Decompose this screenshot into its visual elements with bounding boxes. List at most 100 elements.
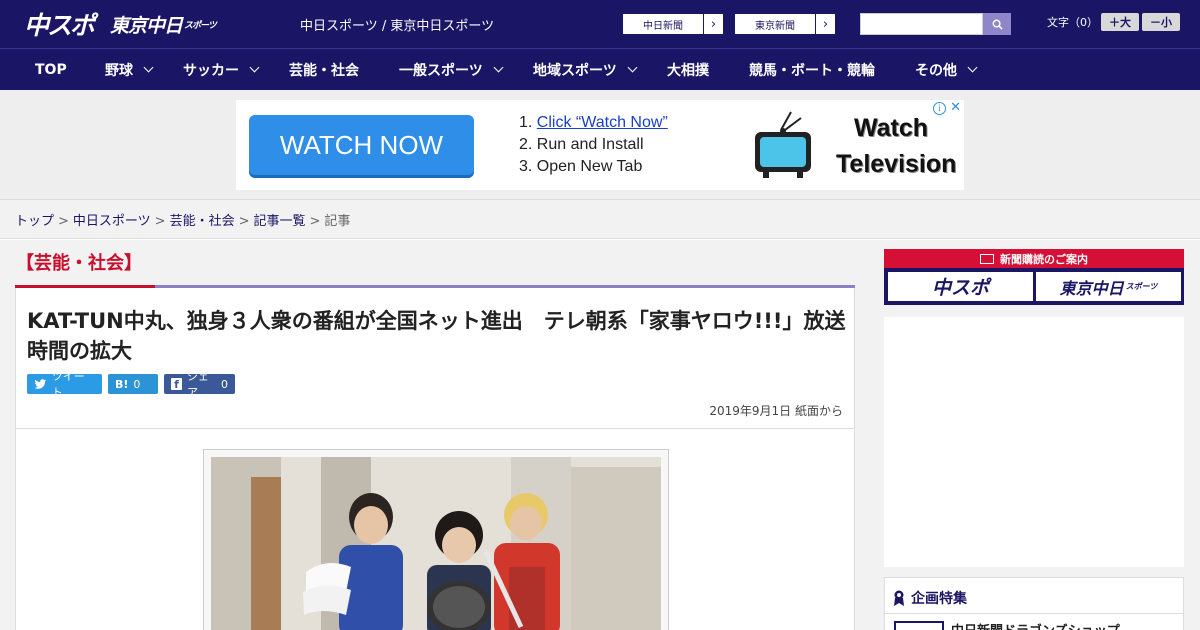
ad-step2: 2. Run and Install	[519, 136, 644, 153]
ad-steps: 1. Click “Watch Now” 2. Run and Install …	[519, 112, 668, 178]
feature-divider	[885, 613, 1183, 614]
ad-title-line2: Television	[836, 150, 957, 178]
article-divider	[16, 428, 854, 429]
tokyo-subscribe-small: スポーツ	[1125, 282, 1158, 291]
ad-info-icon[interactable]: i	[933, 102, 946, 115]
facebook-share-count: 0	[221, 377, 228, 391]
breadcrumb-separator: >	[154, 214, 166, 229]
facebook-share-label: シェア	[186, 370, 209, 399]
nav-label: 地域スポーツ	[533, 62, 617, 79]
search-icon	[992, 19, 1003, 30]
nav-label: TOP	[35, 61, 67, 78]
breadcrumb-separator: >	[58, 214, 69, 229]
ad-step-number: 1.	[519, 114, 537, 131]
nav-label: 芸能・社会	[289, 62, 359, 79]
breadcrumb-current: 記事	[324, 214, 351, 229]
nav-label: サッカー	[183, 62, 239, 79]
tokyo-shimbun-link[interactable]: 東京新聞 ›	[734, 13, 836, 35]
sidebar-ad-slot[interactable]	[884, 317, 1184, 567]
chevron-down-icon	[249, 62, 260, 72]
breadcrumb: トップ > 中日スポーツ > 芸能・社会 > 記事一覧 > 記事	[15, 210, 350, 229]
chevron-down-icon	[493, 62, 504, 72]
breadcrumb-separator: >	[238, 214, 250, 229]
breadcrumb-link[interactable]: 中日スポーツ	[73, 214, 151, 229]
tweet-label: ツイート	[51, 370, 85, 399]
feature-title-text: 企画特集	[911, 591, 967, 607]
feature-title: 企画特集	[893, 588, 967, 608]
nav-label: その他	[915, 62, 957, 79]
nav-item-racing[interactable]: 競馬・ボート・競輪	[749, 49, 875, 90]
nav-item-baseball[interactable]: 野球	[105, 49, 154, 90]
tokyo-logo-small: スポーツ	[184, 20, 217, 31]
tokyo-chunichi-logo[interactable]: 東京中日 スポーツ	[110, 8, 217, 40]
nav-item-soccer[interactable]: サッカー	[183, 49, 260, 90]
facebook-share-button[interactable]: f シェア 0	[164, 370, 235, 399]
nav-item-entertainment[interactable]: 芸能・社会	[289, 49, 359, 90]
article-photo[interactable]	[211, 457, 661, 630]
ribbon-icon	[894, 590, 904, 606]
ad-band: WATCH NOW 1. Click “Watch Now” 2. Run an…	[0, 90, 1200, 200]
nav-label: 野球	[105, 62, 133, 79]
ad-close-icon[interactable]: ✕	[950, 100, 961, 115]
category-heading: 【芸能・社会】	[16, 253, 142, 274]
ad-title-line1: Watch	[853, 114, 929, 142]
article-title: KAT-TUN中丸、独身３人衆の番組が全国ネット進出 テレ朝系「家事ヤロウ!!!…	[27, 309, 846, 363]
breadcrumb-link[interactable]: トップ	[15, 214, 54, 229]
font-smaller-button[interactable]: －小	[1142, 13, 1180, 31]
chevron-down-icon	[627, 62, 638, 72]
font-size-label: 文字（0）	[1047, 16, 1098, 29]
chevron-right-icon: ›	[815, 14, 835, 34]
breadcrumb-separator: >	[309, 214, 321, 229]
tweet-button[interactable]: ツイート	[27, 370, 102, 399]
tokyo-logo-text: 東京中日	[110, 14, 183, 37]
subscription-banner[interactable]: 新聞購読のご案内 中スポ 東京中日 スポーツ	[884, 249, 1184, 305]
paper-link-label: 東京新聞	[755, 20, 795, 32]
nav-item-top[interactable]: TOP	[35, 49, 67, 90]
site-header: 中スポ 東京中日 スポーツ 中日スポーツ / 東京中日スポーツ 中日新聞 › 東京…	[0, 0, 1200, 48]
breadcrumb-link[interactable]: 記事一覧	[254, 214, 306, 229]
nav-label: 競馬・ボート・競輪	[749, 62, 875, 79]
chevron-right-icon: ›	[703, 14, 723, 34]
facebook-icon: f	[171, 378, 182, 391]
chunichi-shimbun-link[interactable]: 中日新聞 ›	[622, 13, 724, 35]
nav-label: 大相撲	[667, 62, 709, 79]
hatena-count: 0	[133, 377, 141, 391]
tokyo-subscribe-text: 東京中日	[1059, 278, 1124, 298]
twitter-icon	[34, 378, 47, 389]
nav-label: 一般スポーツ	[399, 62, 483, 79]
chuspo-subscribe-logo[interactable]: 中スポ	[888, 272, 1033, 301]
nav-item-other[interactable]: その他	[915, 49, 978, 90]
ad-title: Watch Television	[836, 110, 957, 182]
article-photo-frame	[203, 449, 669, 630]
feature-item-dragons-shop[interactable]: 中日新聞ドラゴンズショップ	[951, 620, 1120, 630]
article-card: KAT-TUN中丸、独身３人衆の番組が全国ネット進出 テレ朝系「家事ヤロウ!!!…	[15, 288, 855, 630]
newspaper-icon	[980, 253, 994, 264]
subscription-label: 新聞購読のご案内	[1000, 252, 1088, 266]
site-name: 中日スポーツ / 東京中日スポーツ	[300, 19, 495, 34]
paper-link-label: 中日新聞	[643, 20, 683, 32]
chuspo-logo[interactable]: 中スポ	[24, 8, 95, 40]
feature-box: 企画特集 中日新聞ドラゴンズショップ	[884, 577, 1184, 630]
ad-step3: 3. Open New Tab	[519, 158, 643, 175]
ad-step1-link[interactable]: Click “Watch Now”	[537, 114, 668, 131]
nav-item-local-sports[interactable]: 地域スポーツ	[533, 49, 638, 90]
subscription-header: 新聞購読のご案内	[884, 249, 1184, 268]
feature-thumbnail[interactable]	[894, 621, 944, 630]
search-input[interactable]	[860, 13, 983, 35]
font-larger-button[interactable]: ＋大	[1101, 13, 1139, 31]
breadcrumb-link[interactable]: 芸能・社会	[170, 214, 235, 229]
nav-item-sumo[interactable]: 大相撲	[667, 49, 709, 90]
chevron-down-icon	[143, 62, 154, 72]
article-date: 2019年9月1日 紙面から	[709, 404, 843, 418]
tokyo-subscribe-logo[interactable]: 東京中日 スポーツ	[1036, 272, 1181, 301]
chevron-down-icon	[967, 62, 978, 72]
hatena-bookmark-button[interactable]: B! 0	[108, 374, 158, 394]
watch-now-button[interactable]: WATCH NOW	[249, 115, 474, 175]
search-button[interactable]	[983, 13, 1011, 35]
main-nav: TOP 野球 サッカー 芸能・社会 一般スポーツ 地域スポーツ 大相撲 競馬・ボ…	[0, 48, 1200, 90]
breadcrumb-bar: トップ > 中日スポーツ > 芸能・社会 > 記事一覧 > 記事	[0, 200, 1200, 239]
television-icon	[755, 111, 811, 178]
banner-ad[interactable]: WATCH NOW 1. Click “Watch Now” 2. Run an…	[236, 100, 964, 190]
nav-item-general-sports[interactable]: 一般スポーツ	[399, 49, 504, 90]
article-photo-image	[211, 457, 661, 630]
